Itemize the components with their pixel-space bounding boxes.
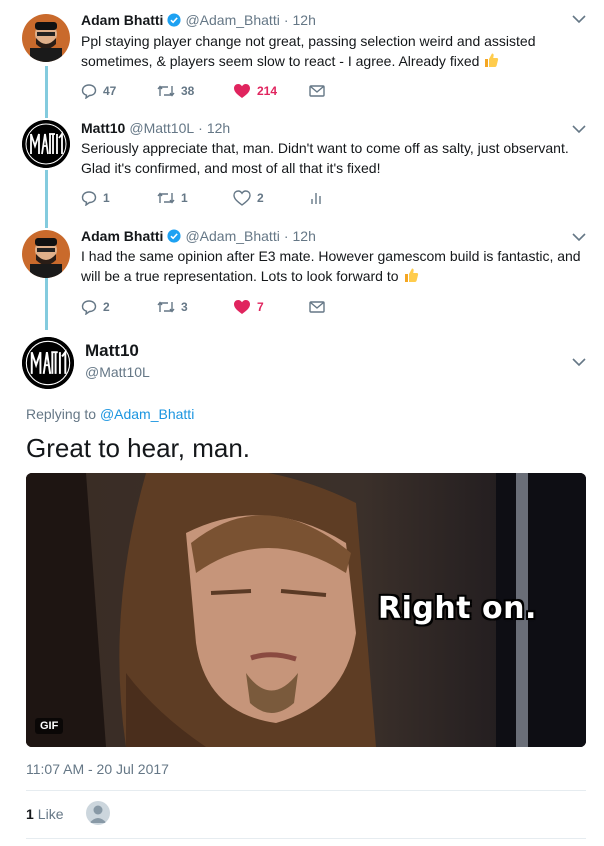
- heart-icon: [234, 300, 250, 314]
- reply-button[interactable]: 2: [81, 299, 157, 315]
- envelope-icon: [309, 301, 325, 313]
- divider: [26, 790, 586, 791]
- retweet-button[interactable]: 38: [157, 84, 233, 98]
- chevron-down-icon[interactable]: [572, 357, 586, 367]
- analytics-button[interactable]: [309, 191, 385, 205]
- thread-connector: [45, 278, 48, 330]
- author-name[interactable]: Adam Bhatti: [81, 228, 163, 244]
- liker-avatar[interactable]: [86, 801, 110, 825]
- separator: ·: [283, 228, 289, 244]
- reply-count: 47: [103, 84, 117, 98]
- author-handle[interactable]: @Matt10L: [85, 364, 150, 380]
- author-name[interactable]: Adam Bhatti: [81, 12, 163, 28]
- author-name[interactable]: Matt10: [85, 341, 139, 361]
- tweet-time[interactable]: 12h: [293, 228, 316, 244]
- like-count: 2: [257, 191, 264, 205]
- tweet-time[interactable]: 12h: [293, 12, 316, 28]
- avatar[interactable]: [22, 120, 70, 168]
- main-tweet-text: Great to hear, man.: [26, 433, 251, 463]
- tweet-actions: 47 38 214: [81, 81, 385, 101]
- verified-badge-icon: [167, 229, 182, 243]
- heart-icon: [234, 84, 250, 98]
- main-tweet-header: Matt10 @Matt10L: [0, 337, 604, 397]
- reply-count: 1: [103, 191, 110, 205]
- reply-icon: [81, 84, 97, 99]
- like-button[interactable]: 2: [233, 190, 309, 206]
- reply-button[interactable]: 1: [81, 190, 157, 206]
- divider: [26, 838, 586, 839]
- thread-connector: [45, 66, 48, 118]
- author-handle[interactable]: @Adam_Bhatti: [185, 228, 279, 244]
- chevron-down-icon[interactable]: [572, 232, 586, 242]
- retweet-count: 3: [181, 300, 188, 314]
- heart-outline-icon: [233, 190, 251, 206]
- thumbs-up-icon: [485, 53, 499, 67]
- tweet-actions: 2 3 7: [81, 297, 385, 317]
- reply-button[interactable]: 47: [81, 83, 157, 99]
- replying-to: Replying to @Adam_Bhatti: [26, 406, 194, 422]
- like-button[interactable]: 214: [233, 83, 309, 99]
- verified-badge-icon: [167, 13, 182, 27]
- separator: ·: [198, 120, 203, 136]
- avatar[interactable]: [22, 337, 74, 389]
- retweet-button[interactable]: 1: [157, 191, 233, 205]
- envelope-icon: [309, 85, 325, 97]
- separator: ·: [283, 12, 289, 28]
- gif-badge: GIF: [35, 718, 64, 734]
- retweet-count: 1: [181, 191, 188, 205]
- reply-icon: [81, 191, 97, 206]
- retweet-icon: [157, 301, 175, 313]
- tweet-actions: 1 1 2: [81, 188, 385, 208]
- like-stat-label: Like: [37, 806, 64, 822]
- default-avatar-icon: [89, 805, 107, 823]
- author-handle[interactable]: @Matt10L: [129, 120, 194, 136]
- chevron-down-icon[interactable]: [572, 14, 586, 24]
- thread-tweet-3[interactable]: Adam Bhatti @Adam_Bhatti · 12h I had the…: [0, 228, 604, 332]
- retweet-icon: [157, 85, 175, 97]
- chevron-down-icon[interactable]: [572, 124, 586, 134]
- retweet-button[interactable]: 3: [157, 300, 233, 314]
- like-count: 214: [257, 84, 278, 98]
- like-count: 7: [257, 300, 264, 314]
- retweet-count: 38: [181, 84, 195, 98]
- thumbs-up-icon: [404, 268, 418, 282]
- reply-count: 2: [103, 300, 110, 314]
- message-button[interactable]: [309, 84, 385, 98]
- gif-media[interactable]: Right on. GIF: [26, 473, 586, 747]
- author-name[interactable]: Matt10: [81, 120, 125, 136]
- retweet-icon: [157, 192, 175, 204]
- tweet-time[interactable]: 12h: [207, 120, 230, 136]
- like-stat-count: 1: [26, 806, 34, 822]
- tweet-text: I had the same opinion after E3 mate. Ho…: [81, 248, 581, 284]
- thread-tweet-1[interactable]: Adam Bhatti @Adam_Bhatti · 12h Ppl stayi…: [0, 0, 604, 118]
- author-handle[interactable]: @Adam_Bhatti: [185, 12, 279, 28]
- avatar[interactable]: [22, 230, 70, 278]
- like-button[interactable]: 7: [233, 299, 309, 315]
- tweet-timestamp[interactable]: 11:07 AM - 20 Jul 2017: [26, 761, 169, 777]
- avatar[interactable]: [22, 14, 70, 62]
- thread-connector: [45, 170, 48, 228]
- gif-caption: Right on.: [378, 591, 537, 626]
- likes-stat[interactable]: 1 Like: [26, 806, 63, 822]
- tweet-text: Ppl staying player change not great, pas…: [81, 33, 536, 69]
- tweet-text: Seriously appreciate that, man. Didn't w…: [81, 140, 569, 176]
- replying-prefix: Replying to: [26, 406, 97, 422]
- thread-tweet-2[interactable]: Matt10 @Matt10L · 12h Seriously apprecia…: [0, 118, 604, 228]
- reply-icon: [81, 300, 97, 315]
- analytics-icon: [311, 193, 321, 204]
- message-button[interactable]: [309, 300, 385, 314]
- replying-to-link[interactable]: @Adam_Bhatti: [100, 406, 194, 422]
